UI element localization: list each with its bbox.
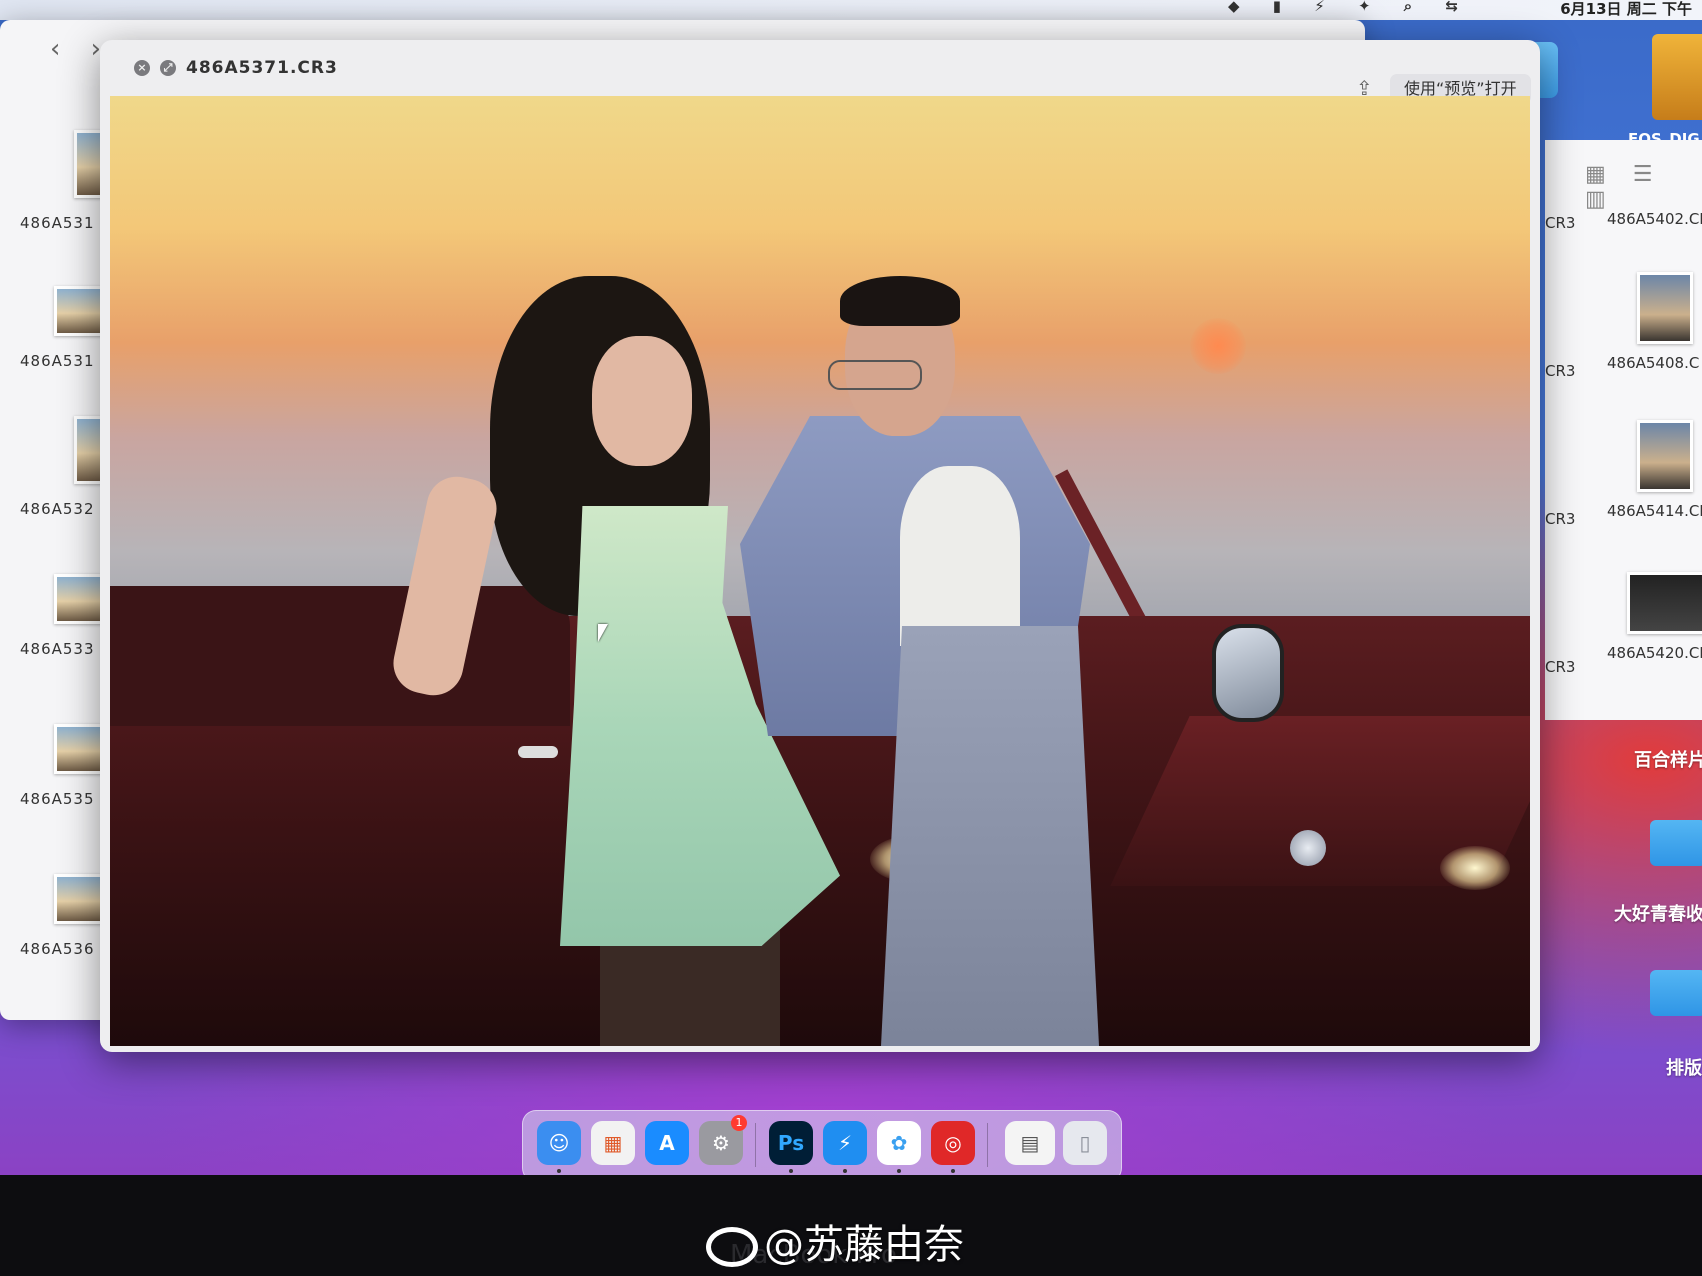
finder-app-icon[interactable]: ☺: [537, 1121, 581, 1165]
file-thumbnail: [1627, 572, 1702, 634]
desktop-drive-icon[interactable]: [1652, 34, 1702, 120]
thunder-app-icon[interactable]: ⚡: [823, 1121, 867, 1165]
running-indicator: [897, 1169, 901, 1173]
fuel-cap: [1290, 830, 1326, 866]
weibo-icon: [706, 1227, 758, 1267]
file-item[interactable]: 486A5414.CI: [1545, 420, 1702, 520]
mouse-cursor-icon: [598, 624, 608, 642]
finder-window-right: ▦ ☰ ▥ CR3 CR3 CR3 CR3 486A5402.CI 486A54…: [1545, 140, 1702, 720]
file-thumbnail: [1637, 420, 1693, 492]
quicklook-window: × ⤢ 486A5371.CR3 ⇪ 使用“预览”打开: [100, 40, 1540, 1052]
running-indicator: [789, 1169, 793, 1173]
car-mirror: [1212, 624, 1284, 722]
menu-bar: ◆ ▮ ⚡ ✦ ⌕ ⇆ 6月13日 周二 下午: [0, 0, 1702, 20]
view-toggle-icons[interactable]: ▦ ☰ ▥: [1585, 162, 1702, 212]
fullscreen-icon[interactable]: ⤢: [160, 60, 176, 76]
close-icon[interactable]: ×: [134, 60, 150, 76]
sunset: [1190, 318, 1246, 374]
watermark-text: @苏藤由奈: [764, 1222, 964, 1268]
folder-icon[interactable]: [1650, 970, 1702, 1016]
file-item[interactable]: 486A5408.C: [1545, 272, 1702, 372]
man-hair: [840, 276, 960, 326]
notification-badge: 1: [731, 1115, 747, 1131]
status-icons[interactable]: ◆ ▮ ⚡ ✦ ⌕ ⇆: [1228, 0, 1472, 15]
trash-icon[interactable]: ▯: [1063, 1121, 1107, 1165]
preview-app-icon[interactable]: ▤: [1005, 1121, 1055, 1165]
photoshop-app-icon[interactable]: Ps: [769, 1121, 813, 1165]
man-glasses: [828, 360, 922, 390]
file-name: 486A5408.C: [1607, 354, 1700, 372]
file-item[interactable]: 486A5402.CI: [1545, 210, 1702, 228]
appstore-app-icon[interactable]: A: [645, 1121, 689, 1165]
desktop-folder-label[interactable]: 大好青春收: [1614, 900, 1702, 926]
door-handle: [518, 746, 558, 758]
man-pants: [880, 626, 1100, 1046]
desktop-folder-label[interactable]: 百合样片: [1634, 746, 1702, 772]
running-indicator: [951, 1169, 955, 1173]
light-flare: [1440, 846, 1510, 890]
back-arrow-icon[interactable]: ‹: [50, 34, 60, 64]
netdisk-app-icon[interactable]: ✿: [877, 1121, 921, 1165]
file-thumbnail: [1637, 272, 1693, 344]
menubar-datetime[interactable]: 6月13日 周二 下午: [1560, 0, 1692, 19]
dock: ☺ ▦ A ⚙ 1 Ps ⚡ ✿ ◎ ▤ ▯: [522, 1110, 1122, 1175]
photo-preview: [110, 96, 1530, 1046]
file-name: 486A5414.CI: [1607, 502, 1702, 520]
music-app-icon[interactable]: ◎: [931, 1121, 975, 1165]
dock-separator: [755, 1123, 756, 1167]
woman-face: [592, 336, 692, 466]
running-indicator: [843, 1169, 847, 1173]
desktop-folder-label[interactable]: 排版: [1666, 1054, 1702, 1080]
launchpad-app-icon[interactable]: ▦: [591, 1121, 635, 1165]
folder-icon[interactable]: [1650, 820, 1702, 866]
dock-separator: [987, 1123, 988, 1167]
running-indicator: [557, 1169, 561, 1173]
man-shirt: [900, 466, 1020, 646]
car-hood: [110, 586, 570, 726]
weibo-watermark: @苏藤由奈: [706, 1212, 964, 1270]
file-item[interactable]: 486A5420.CI: [1545, 572, 1702, 662]
desktop-screen: ◆ ▮ ⚡ ✦ ⌕ ⇆ 6月13日 周二 下午 EOS_DIG ‹ › 486A…: [0, 0, 1702, 1175]
window-title: 486A5371.CR3: [186, 58, 338, 78]
file-name: 486A5420.CI: [1607, 644, 1702, 662]
file-name: 486A5402.CI: [1607, 210, 1702, 228]
